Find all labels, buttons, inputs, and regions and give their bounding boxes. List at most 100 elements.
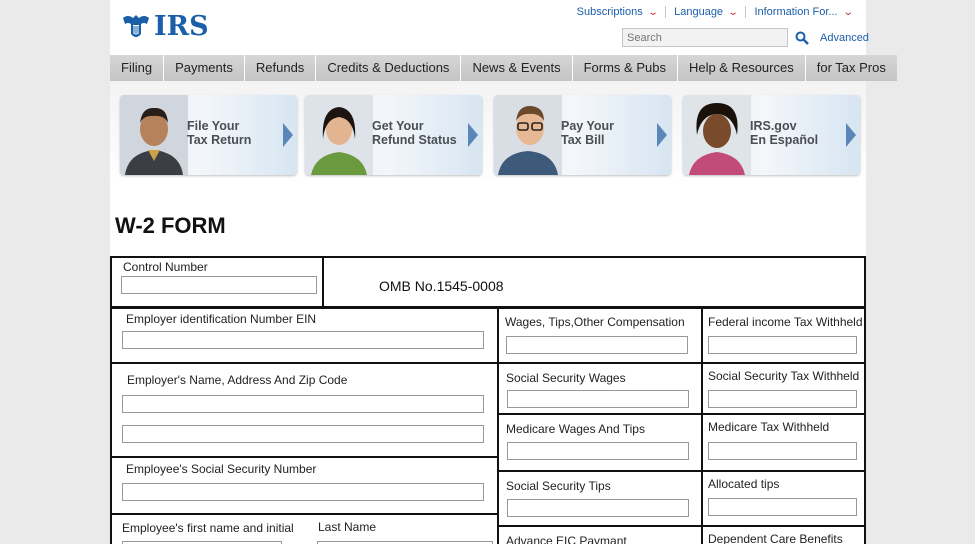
promo-line1: IRS.gov [750,119,797,133]
dependent-care-box: Dependent Care Benefits [701,525,866,544]
person-photo-icon [120,95,188,175]
medicare-tax-label: Medicare Tax Withheld [708,420,830,434]
wages-box: Wages, Tips,Other Compensation [497,307,703,364]
eagle-icon [123,15,149,37]
advanced-search-link[interactable]: Advanced [820,32,869,44]
medicare-tax-box: Medicare Tax Withheld [701,413,866,472]
medicare-wages-box: Medicare Wages And Tips [497,413,703,472]
promo-line2: Tax Return [187,133,252,147]
advance-eic-label: Advance EIC Paymant [506,534,627,544]
medicare-wages-input[interactable] [507,442,689,460]
utility-nav: Subscriptions ⌄ Language ⌄ Information F… [569,6,860,18]
ss-tips-input[interactable] [507,499,689,517]
promo-espanol[interactable]: IRS.gov En Español [683,95,860,175]
chevron-down-icon: ⌄ [727,6,739,18]
allocated-tips-label: Allocated tips [708,477,780,491]
employer-name-box: Employer's Name, Address And Zip Code [110,362,499,458]
federal-tax-box: Federal income Tax Withheld [701,307,866,364]
logo-text: IRS [154,11,209,42]
language-link[interactable]: Language ⌄ [665,6,745,18]
employee-ssn-label: Employee's Social Security Number [126,462,317,476]
subscriptions-link[interactable]: Subscriptions ⌄ [569,6,665,18]
employee-ssn-input[interactable] [122,483,484,501]
ss-wages-input[interactable] [507,390,689,408]
last-name-label: Last Name [318,520,377,534]
promo-file-return[interactable]: File Your Tax Return [120,95,297,175]
nav-news-events[interactable]: News & Events [461,55,573,81]
promo-line2: Refund Status [372,133,457,147]
omb-number: OMB No.1545-0008 [379,278,504,294]
ss-tax-input[interactable] [708,390,857,408]
federal-tax-input[interactable] [708,336,857,354]
promo-line1: Pay Your [561,119,615,133]
person-photo-icon [494,95,562,175]
page-container: IRS Subscriptions ⌄ Language ⌄ Informati… [110,0,897,544]
ein-label: Employer identification Number EIN [126,312,317,326]
promo-file-return-text: File Your Tax Return [187,119,277,147]
employee-name-box: Employee's first name and initial Last N… [110,513,499,544]
employer-address-input-2[interactable] [122,425,484,443]
promo-line1: File Your [187,119,240,133]
medicare-tax-input[interactable] [708,442,857,460]
nav-payments[interactable]: Payments [164,55,245,81]
main-nav: Filing Payments Refunds Credits & Deduct… [110,55,897,81]
employer-address-input-1[interactable] [122,395,484,413]
arrow-right-icon [283,123,293,147]
ss-wages-box: Social Security Wages [497,362,703,415]
allocated-tips-input[interactable] [708,498,857,516]
irs-logo[interactable]: IRS [120,12,209,42]
ss-tips-label: Social Security Tips [506,479,611,493]
arrow-right-icon [657,123,667,147]
medicare-wages-label: Medicare Wages And Tips [506,422,645,436]
ss-tax-box: Social Security Tax Withheld [701,362,866,415]
first-name-label: Employee's first name and initial [122,521,294,535]
search-input[interactable] [622,28,788,47]
nav-credits-deductions[interactable]: Credits & Deductions [316,55,462,81]
search-button[interactable] [794,30,810,46]
search-row: Advanced [622,28,869,47]
promo-espanol-text: IRS.gov En Español [750,119,840,147]
ss-tips-box: Social Security Tips [497,470,703,527]
advance-eic-box: Advance EIC Paymant [497,525,703,544]
page-title: W-2 FORM [115,213,226,238]
ss-wages-label: Social Security Wages [506,371,626,385]
promo-line2: En Español [750,133,819,147]
promo-refund-status-text: Get Your Refund Status [372,119,462,147]
nav-tax-pros[interactable]: for Tax Pros [805,55,897,81]
omb-box: OMB No.1545-0008 [322,256,866,308]
federal-tax-label: Federal income Tax Withheld [708,315,863,329]
information-for-link[interactable]: Information For... ⌄ [745,6,860,18]
subscriptions-label: Subscriptions [576,6,643,18]
nav-filing[interactable]: Filing [110,55,165,81]
nav-forms-pubs[interactable]: Forms & Pubs [572,55,678,81]
promo-line2: Tax Bill [561,133,605,147]
control-number-input[interactable] [121,276,317,294]
chevron-down-icon: ⌄ [842,6,854,18]
employee-ssn-box: Employee's Social Security Number [110,456,499,515]
information-for-label: Information For... [754,6,838,18]
nav-help-resources[interactable]: Help & Resources [677,55,806,81]
nav-refunds[interactable]: Refunds [244,55,317,81]
site-header: IRS Subscriptions ⌄ Language ⌄ Informati… [110,0,869,55]
ss-tax-label: Social Security Tax Withheld [708,369,860,383]
ein-input[interactable] [122,331,484,349]
dependent-care-label: Dependent Care Benefits [708,532,843,544]
ein-box: Employer identification Number EIN [110,307,499,364]
promo-pay-bill-text: Pay Your Tax Bill [561,119,651,147]
person-photo-icon [683,95,751,175]
wages-input[interactable] [506,336,688,354]
person-photo-icon [305,95,373,175]
arrow-right-icon [846,123,856,147]
language-label: Language [674,6,724,18]
search-icon [795,31,809,45]
promo-area: File Your Tax Return Get Your Refund Sta… [110,81,866,185]
arrow-right-icon [468,123,478,147]
employer-name-label: Employer's Name, Address And Zip Code [127,373,348,387]
promo-refund-status[interactable]: Get Your Refund Status [305,95,482,175]
chevron-down-icon: ⌄ [647,6,659,18]
wages-label: Wages, Tips,Other Compensation [505,315,685,329]
allocated-tips-box: Allocated tips [701,470,866,527]
promo-pay-bill[interactable]: Pay Your Tax Bill [494,95,671,175]
control-number-box: Control Number [110,256,324,308]
promo-line1: Get Your [372,119,424,133]
